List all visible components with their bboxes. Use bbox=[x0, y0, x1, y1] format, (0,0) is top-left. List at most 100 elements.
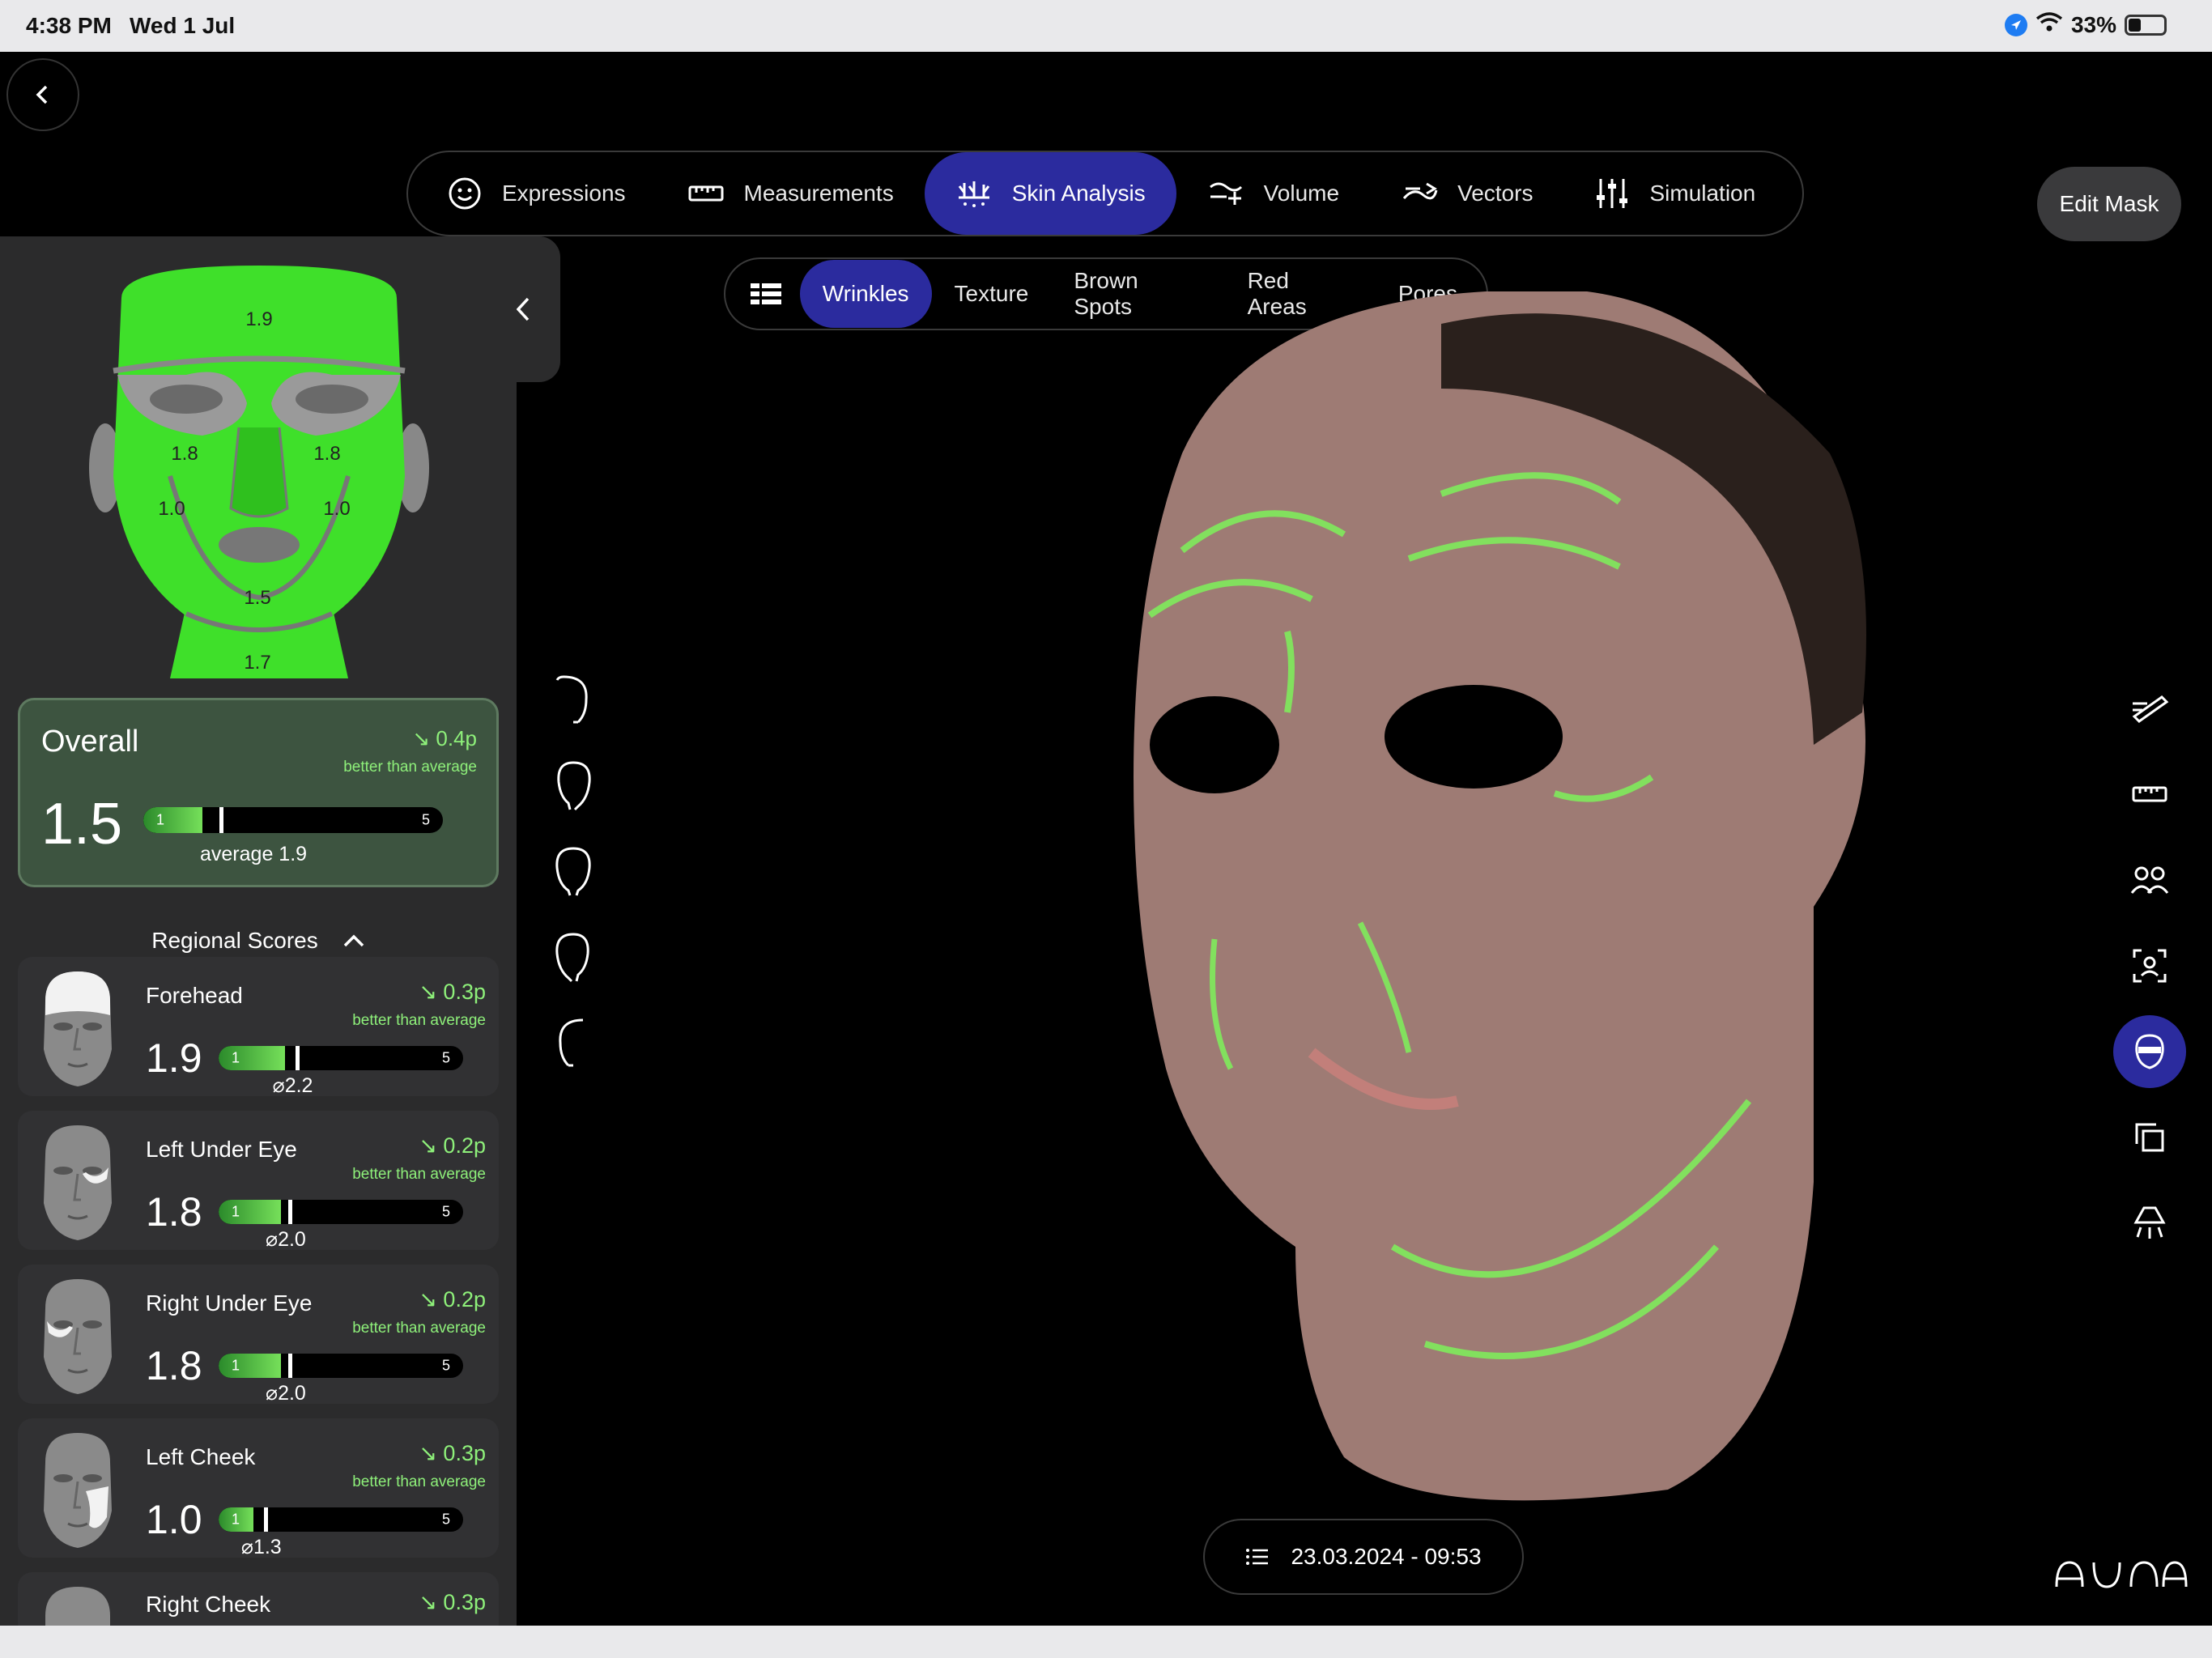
lighting-icon bbox=[2133, 1206, 2166, 1239]
overall-score-card: Overall ↘ 0.4p better than average 1.5 1… bbox=[18, 698, 499, 887]
profile-left-button[interactable] bbox=[549, 672, 598, 733]
scale-max: 5 bbox=[441, 1511, 450, 1528]
region-card-left-cheek[interactable]: Left Cheek ↘ 0.3p better than average 1.… bbox=[18, 1418, 499, 1558]
compare-icon bbox=[2130, 866, 2169, 894]
overall-score-bar: 1 5 bbox=[143, 807, 443, 833]
region-card-right-cheek[interactable]: Right Cheek ↘ 0.3p bbox=[18, 1572, 499, 1626]
top-nav: Expressions Measurements Skin Analysis V… bbox=[406, 151, 1804, 236]
battery-icon bbox=[2125, 14, 2167, 36]
face-3d-model[interactable] bbox=[1101, 290, 1878, 1538]
score-fill bbox=[143, 807, 202, 833]
neck-score: 1.7 bbox=[244, 652, 270, 674]
face-scan-button[interactable] bbox=[2113, 929, 2186, 1002]
face-scan-icon bbox=[2133, 949, 2167, 983]
left-under-eye-thumbnail bbox=[32, 1122, 123, 1242]
region-average: ⌀1.3 bbox=[240, 1536, 282, 1558]
chevron-left-icon bbox=[36, 85, 48, 104]
aura-logo bbox=[2052, 1554, 2189, 1595]
region-score-bar: 1 5 bbox=[219, 1046, 463, 1070]
status-bar: 4:38 PM Wed 1 Jul 33% bbox=[0, 0, 2212, 52]
region-score-bar: 1 5 bbox=[219, 1200, 463, 1224]
status-date: Wed 1 Jul bbox=[130, 13, 236, 38]
smiley-icon bbox=[449, 177, 481, 210]
tab-label: Simulation bbox=[1649, 181, 1756, 206]
ruler-icon bbox=[2132, 786, 2167, 802]
scale-max: 5 bbox=[441, 1203, 450, 1220]
annotate-button[interactable] bbox=[2113, 672, 2186, 745]
left-under-eye-score: 1.8 bbox=[171, 443, 198, 465]
three-quarter-left-icon bbox=[557, 761, 591, 811]
overall-average: average 1.9 bbox=[200, 843, 308, 865]
region-name: Right Cheek bbox=[146, 1592, 271, 1617]
region-name: Right Under Eye bbox=[146, 1290, 313, 1316]
average-marker bbox=[288, 1200, 293, 1224]
forehead-score: 1.9 bbox=[245, 308, 272, 330]
region-card-forehead[interactable]: Forehead ↘ 0.3p better than average 1.9 … bbox=[18, 957, 499, 1097]
tab-texture[interactable]: Texture bbox=[932, 260, 1052, 328]
tab-skin-analysis[interactable]: Skin Analysis bbox=[924, 152, 1176, 235]
region-score-bar: 1 5 bbox=[219, 1354, 463, 1378]
tab-measurements[interactable]: Measurements bbox=[657, 152, 925, 235]
region-card-right-under-eye[interactable]: Right Under Eye ↘ 0.2p better than avera… bbox=[18, 1265, 499, 1405]
overall-delta-note: better than average bbox=[343, 759, 477, 776]
mask-icon bbox=[2135, 1034, 2164, 1069]
region-score-bar: 1 5 bbox=[219, 1507, 463, 1532]
mask-button[interactable] bbox=[2113, 1015, 2186, 1088]
scale-min: 1 bbox=[232, 1511, 240, 1528]
back-button[interactable] bbox=[6, 58, 79, 131]
right-under-eye-thumbnail bbox=[32, 1276, 123, 1396]
region-delta: ↘ 0.2p bbox=[419, 1287, 486, 1312]
region-delta: ↘ 0.3p bbox=[419, 1441, 486, 1465]
tab-label: Volume bbox=[1263, 181, 1340, 206]
tab-wrinkles[interactable]: Wrinkles bbox=[799, 260, 932, 328]
region-delta-note: better than average bbox=[352, 1166, 486, 1183]
lighting-button[interactable] bbox=[2113, 1187, 2186, 1260]
region-score: 1.9 bbox=[146, 1035, 202, 1081]
tab-label: Measurements bbox=[743, 181, 894, 206]
score-panel: 1.9 1.8 1.8 1.0 1.0 1.5 1.7 Overall ↘ 0.… bbox=[0, 236, 517, 1626]
scale-max: 5 bbox=[441, 1357, 450, 1374]
grid-view-button[interactable] bbox=[732, 263, 800, 325]
tab-expressions[interactable]: Expressions bbox=[416, 152, 657, 235]
tab-vectors[interactable]: Vectors bbox=[1370, 152, 1563, 235]
right-under-eye-score: 1.8 bbox=[313, 443, 340, 465]
right-cheek-score: 1.0 bbox=[323, 498, 350, 520]
overall-score: 1.5 bbox=[41, 792, 123, 857]
right-toolbar bbox=[2113, 672, 2186, 1263]
region-delta: ↘ 0.3p bbox=[419, 980, 486, 1004]
tab-simulation[interactable]: Simulation bbox=[1563, 152, 1786, 235]
region-average: ⌀2.0 bbox=[266, 1228, 306, 1251]
vectors-icon bbox=[1402, 182, 1438, 200]
region-card-left-under-eye[interactable]: Left Under Eye ↘ 0.2p better than averag… bbox=[18, 1111, 499, 1251]
compare-button[interactable] bbox=[2113, 844, 2186, 916]
volume-icon bbox=[1209, 182, 1242, 205]
list-icon bbox=[1246, 1549, 1269, 1565]
scale-min: 1 bbox=[232, 1203, 240, 1220]
ruler-icon bbox=[688, 185, 724, 202]
tab-volume[interactable]: Volume bbox=[1176, 152, 1370, 235]
view-angle-toolbar bbox=[549, 672, 598, 1077]
battery-percent: 33% bbox=[2070, 11, 2116, 37]
duplicate-button[interactable] bbox=[2113, 1101, 2186, 1174]
chevron-up-icon bbox=[343, 934, 364, 947]
score-fill bbox=[219, 1046, 285, 1070]
front-view-button[interactable] bbox=[549, 844, 598, 904]
skin-analysis-icon bbox=[958, 181, 989, 207]
region-delta-note: better than average bbox=[352, 1012, 486, 1029]
region-score: 1.0 bbox=[146, 1497, 202, 1542]
three-quarter-right-icon bbox=[555, 933, 589, 983]
duplicate-icon bbox=[2135, 1123, 2164, 1152]
face-region-map[interactable]: 1.9 1.8 1.8 1.0 1.0 1.5 1.7 bbox=[81, 266, 437, 678]
scale-min: 1 bbox=[232, 1049, 240, 1066]
three-quarter-left-button[interactable] bbox=[549, 758, 598, 818]
region-name: Forehead bbox=[146, 983, 243, 1008]
edit-mask-button[interactable]: Edit Mask bbox=[2037, 167, 2181, 241]
profile-right-button[interactable] bbox=[549, 1015, 598, 1076]
three-quarter-right-button[interactable] bbox=[549, 929, 598, 990]
average-marker bbox=[263, 1507, 268, 1532]
session-selector[interactable]: 23.03.2024 - 09:53 bbox=[1203, 1519, 1524, 1595]
measure-button[interactable] bbox=[2113, 758, 2186, 831]
scale-max: 5 bbox=[441, 1049, 450, 1066]
score-fill bbox=[219, 1354, 282, 1378]
front-view-icon bbox=[555, 847, 591, 896]
